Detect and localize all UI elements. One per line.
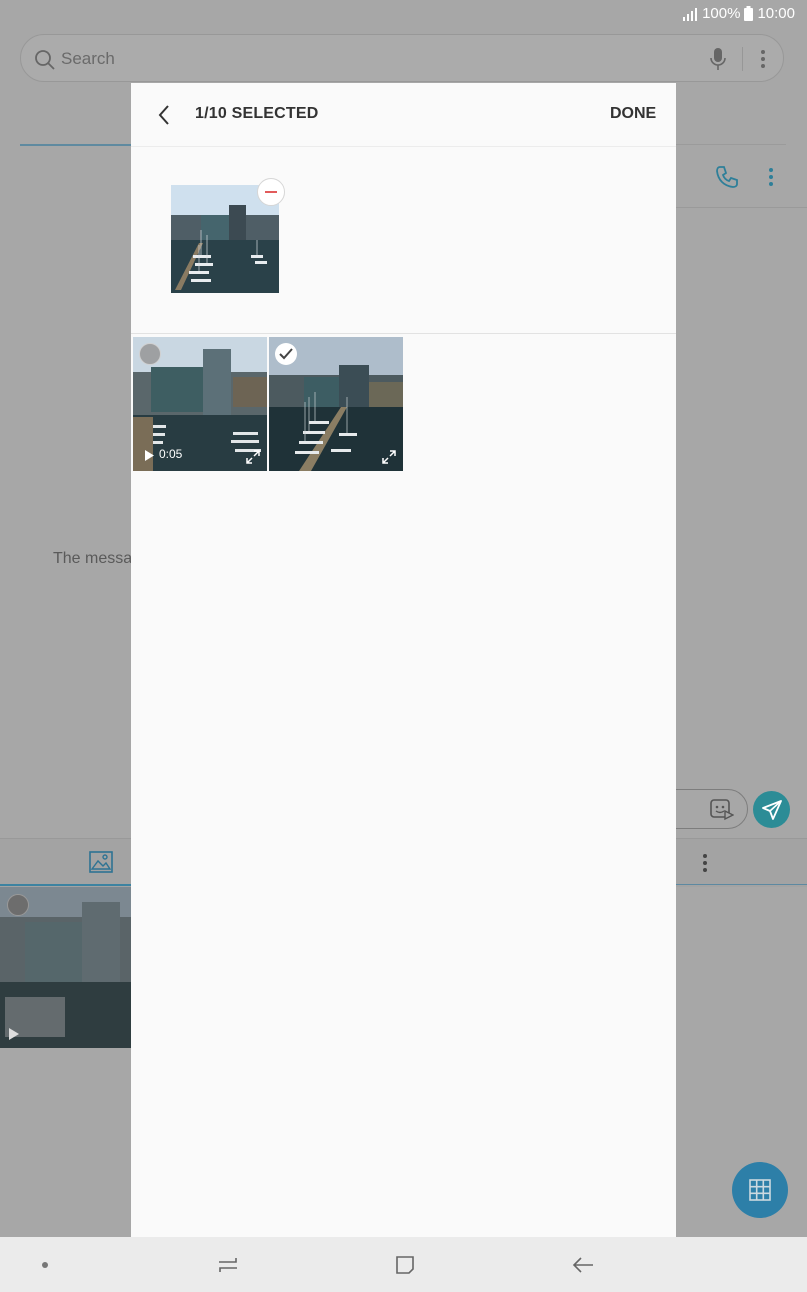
dialog-header: 1/10 SELECTED DONE: [131, 83, 676, 147]
more-options-icon[interactable]: [701, 853, 709, 873]
done-button[interactable]: DONE: [610, 105, 656, 123]
expand-icon[interactable]: [245, 449, 261, 465]
tab-indicator: [20, 144, 131, 146]
apps-fab-button[interactable]: [732, 1162, 788, 1218]
system-nav-bar: [0, 1237, 807, 1292]
media-grid-item-video[interactable]: 0:05: [133, 337, 267, 471]
play-icon: [9, 1028, 19, 1040]
checkmark-icon: [279, 348, 293, 360]
selection-count-title: 1/10 SELECTED: [195, 105, 319, 122]
remove-selection-button[interactable]: [257, 178, 285, 206]
header-divider: [676, 207, 807, 208]
search-placeholder: Search: [61, 49, 115, 68]
empty-message-text: The messa: [53, 550, 133, 567]
selected-check[interactable]: [275, 343, 297, 365]
more-options-icon[interactable]: [759, 49, 767, 69]
video-duration: 0:05: [159, 447, 183, 461]
back-arrow-icon[interactable]: [153, 103, 177, 127]
clock: 10:00: [757, 5, 795, 22]
gallery-thumbnail[interactable]: [0, 887, 131, 1048]
search-bar[interactable]: Search: [20, 34, 784, 82]
media-grid-item-image[interactable]: [269, 337, 403, 471]
attachment-tab-divider: [676, 884, 807, 885]
play-icon: [145, 450, 154, 461]
expand-icon[interactable]: [381, 449, 397, 465]
select-circle[interactable]: [7, 894, 29, 916]
back-icon[interactable]: [571, 1255, 595, 1275]
status-bar: 100% 10:00: [0, 0, 807, 28]
media-picker-dialog: 1/10 SELECTED DONE 0:05: [131, 83, 676, 1237]
phone-icon[interactable]: [714, 164, 740, 190]
nav-dot: [42, 1262, 48, 1268]
recent-apps-icon[interactable]: [216, 1255, 240, 1275]
select-circle[interactable]: [139, 343, 161, 365]
sticker-icon[interactable]: [710, 799, 734, 821]
search-divider: [742, 47, 743, 71]
signal-icon: [683, 7, 698, 21]
battery-icon: [744, 6, 754, 21]
send-icon: [762, 800, 782, 820]
more-options-icon[interactable]: [767, 167, 775, 187]
home-icon[interactable]: [394, 1254, 416, 1276]
grid-icon: [749, 1179, 771, 1201]
tab-divider: [676, 144, 786, 145]
microphone-icon[interactable]: [709, 47, 727, 71]
attachment-tab-indicator: [0, 884, 131, 886]
gallery-icon[interactable]: [89, 851, 113, 873]
send-button[interactable]: [753, 791, 790, 828]
search-icon: [35, 50, 55, 70]
battery-percent: 100%: [702, 5, 741, 22]
